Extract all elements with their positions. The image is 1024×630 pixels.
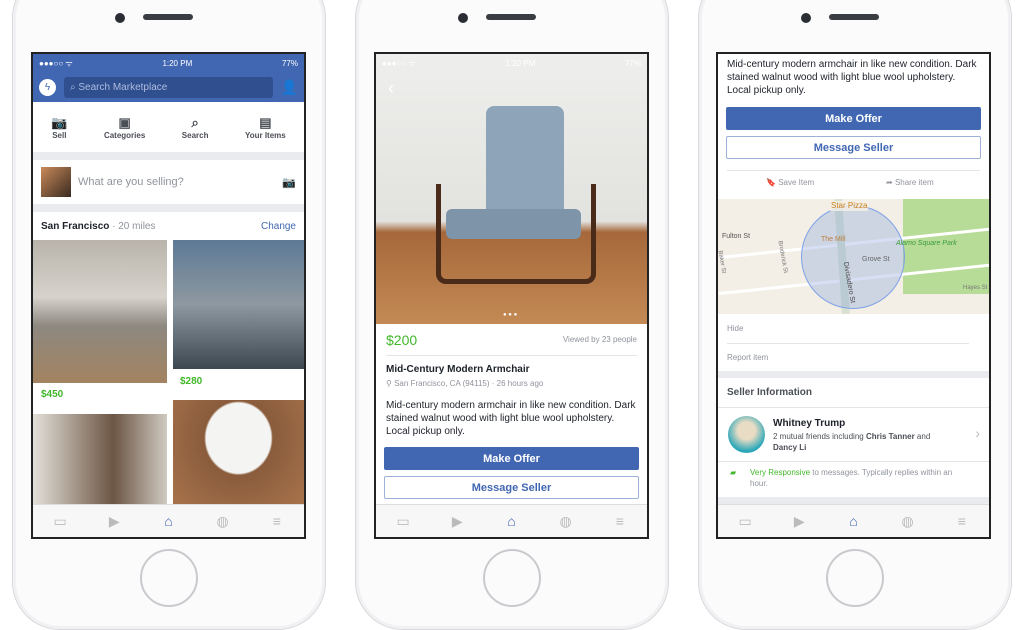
share-icon: ➦ [886,178,895,187]
camera [458,13,468,23]
avatar [41,167,71,197]
listing-image-sofa[interactable] [33,240,167,383]
seller-row[interactable]: Whitney Trump 2 mutual friends including… [718,407,989,461]
hide-button[interactable]: Hide [727,324,743,333]
action-row: 📷 Sell ▣ Categories ⌕ Search ▤ Your Items [33,102,304,152]
box-icon: ▤ [259,114,272,130]
tab-bar: ▭ ▶ ⌂ ◍ ≡ [376,504,647,537]
screen-detail-scrolled: Mid-century modern armchair in like new … [716,52,991,539]
composer[interactable]: What are you selling? 📷 [33,160,304,204]
message-seller-button[interactable]: Message Seller [726,136,981,159]
marketplace-icon[interactable]: ⌂ [846,514,860,528]
video-icon[interactable]: ▶ [450,514,464,528]
listing-image-coffee-maker[interactable] [33,414,167,509]
globe-icon[interactable]: ◍ [559,514,573,528]
sell-button[interactable]: 📷 Sell [51,115,67,140]
search-icon: ⌕ [191,114,199,130]
tab-bar: ▭ ▶ ⌂ ◍ ≡ [33,504,304,537]
seller-avatar [728,416,765,453]
change-location-link[interactable]: Change [261,221,296,232]
bookmark-icon: 🔖 [766,178,779,187]
news-feed-icon[interactable]: ▭ [396,514,410,528]
header: ϟ ⌕ Search Marketplace 👤 [33,72,304,102]
pin-icon: ⚲ [386,379,395,388]
carousel-dots[interactable]: ● ● ● [503,312,517,318]
home-button[interactable] [140,549,198,607]
speaker [143,14,193,20]
menu-icon[interactable]: ≡ [613,514,627,528]
speaker [486,14,536,20]
search-input[interactable]: ⌕ Search Marketplace [64,76,273,98]
search-button[interactable]: ⌕ Search [182,115,209,140]
camera [115,13,125,23]
globe-icon[interactable]: ◍ [216,514,230,528]
messenger-icon[interactable]: ϟ [39,78,56,96]
listing-location: ⚲ San Francisco, CA (94115) · 26 hours a… [386,379,544,388]
responsiveness: ▰ Very Responsive to messages. Typically … [730,468,953,488]
menu-icon[interactable]: ≡ [270,514,284,528]
chevron-right-icon: › [975,425,980,441]
marketplace-icon[interactable]: ⌂ [161,514,175,528]
make-offer-button[interactable]: Make Offer [726,107,981,130]
globe-icon[interactable]: ◍ [901,514,915,528]
report-item-button[interactable]: Report item [727,353,768,362]
search-icon: ⌕ [70,81,79,93]
message-bubble-icon: ▰ [730,468,737,477]
status-bar: ●●●○○ ᯤ 1:20 PM 77% [33,54,304,72]
location-row: San Francisco · 20 miles Change [41,220,296,232]
back-icon[interactable]: ‹ [388,78,394,99]
make-offer-button[interactable]: Make Offer [384,447,639,470]
menu-icon[interactable]: ≡ [955,514,969,528]
your-items-button[interactable]: ▤ Your Items [245,115,286,140]
speaker [829,14,879,20]
tab-bar: ▭ ▶ ⌂ ◍ ≡ [718,504,989,537]
marketplace-icon[interactable]: ⌂ [504,514,518,528]
listing-image-table[interactable] [173,400,304,509]
share-item-button[interactable]: ➦ Share item [886,178,934,187]
product-photo-armchair[interactable] [376,54,647,324]
map[interactable]: Star Pizza Fulton St The Mill Alamo Squa… [718,199,989,314]
home-button[interactable] [826,549,884,607]
camera [801,13,811,23]
screen-detail: ●●●○○ ᯤ 1:20 PM 77% ‹ ● ● ● $200 Viewed by… [374,52,649,539]
map-label-star-pizza: Star Pizza [830,201,869,211]
profile-list-icon[interactable]: 👤 [281,79,298,96]
video-icon[interactable]: ▶ [107,514,121,528]
news-feed-icon[interactable]: ▭ [738,514,752,528]
status-bar: ●●●○○ ᯤ 1:20 PM 77% [382,58,641,68]
categories-icon: ▣ [118,114,131,130]
home-button[interactable] [483,549,541,607]
camera-icon[interactable]: 📷 [282,176,296,189]
listing-image-bicycle[interactable] [173,240,304,369]
video-icon[interactable]: ▶ [792,514,806,528]
save-item-button[interactable]: 🔖 Save Item [766,178,814,187]
news-feed-icon[interactable]: ▭ [53,514,67,528]
message-seller-button[interactable]: Message Seller [384,476,639,499]
categories-button[interactable]: ▣ Categories [104,115,145,140]
mutual-friends: 2 mutual friends including Chris Tanner … [773,432,931,452]
chair-frame [436,184,596,284]
camera-icon: 📷 [51,114,68,130]
screen-feed: ●●●○○ ᯤ 1:20 PM 77% ϟ ⌕ Search Marketplace… [31,52,306,539]
